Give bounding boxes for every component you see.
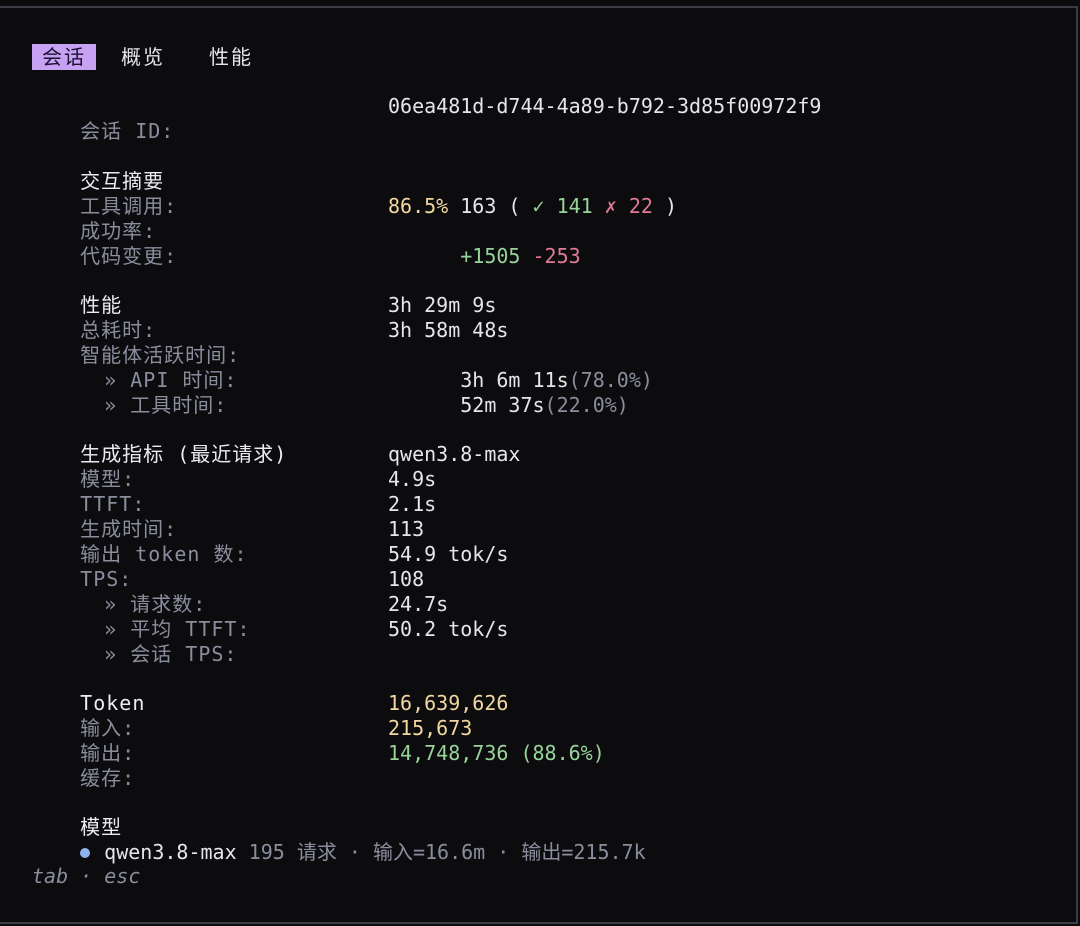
interaction-section-title: 交互摘要 [32, 144, 164, 193]
tab-bar: 会话 概览 性能 [32, 44, 287, 70]
code-changes-label: 代码变更: [80, 244, 178, 268]
footer-hint: tab · esc [32, 864, 141, 888]
input-tokens-row: 输入: 16,639,626 [32, 691, 508, 740]
lines-added: +1505 [460, 244, 521, 268]
tool-calls-success: ✓ 141 [532, 194, 593, 218]
input-tokens-value: 16,639,626 [388, 691, 509, 715]
cache-tokens-row: 缓存: 14,748,736 (88.6%) [32, 741, 605, 790]
tool-calls-total: 163 [460, 194, 497, 218]
session-id-row: 会话 ID: 06ea481d-d744-4a89-b792-3d85f0097… [32, 94, 821, 143]
cache-tokens-value: 14,748,736 (88.6%) [388, 741, 605, 765]
gen-time-row: 生成时间: 2.1s [32, 492, 436, 541]
tps-value: 54.9 tok/s [388, 542, 509, 566]
success-rate-value: 86.5% [388, 194, 449, 218]
avg-ttft-row: » 平均 TTFT: 24.7s [32, 592, 448, 641]
session-id-value: 06ea481d-d744-4a89-b792-3d85f00972f9 [388, 94, 822, 118]
output-tokens-total-value: 215,673 [388, 716, 473, 740]
generation-section-title: 生成指标 (最近请求) [32, 417, 287, 466]
tool-time-label: » 工具时间: [104, 393, 228, 417]
tool-calls-fail: ✗ 22 [604, 194, 653, 218]
model-value: qwen3.8-max [388, 442, 521, 466]
model-list-detail: 195 请求 · 输入=16.6m · 输出=215.7k [248, 840, 646, 864]
tool-time-row: » 工具时间: 52m 37s(22.0%) [32, 368, 629, 417]
total-time-row: 总耗时: 3h 29m 9s [32, 293, 496, 342]
session-tps-label: » 会话 TPS: [104, 642, 238, 666]
tab-overview[interactable]: 概览 [111, 44, 175, 70]
ttft-row: TTFT: 4.9s [32, 467, 436, 516]
total-time-value: 3h 29m 9s [388, 293, 497, 317]
output-tokens-row: 输出 token 数: 113 [32, 517, 424, 566]
tps-row: TPS: 54.9 tok/s [32, 542, 508, 591]
code-changes-row: 代码变更: +1505 -253 [32, 219, 581, 268]
session-tps-value: 50.2 tok/s [388, 617, 509, 641]
tool-calls-row: 工具调用: 163 ( ✓ 141 ✗ 22 ) [32, 169, 677, 218]
gen-time-value: 2.1s [388, 492, 437, 516]
model-list-name: qwen3.8-max [104, 840, 237, 864]
ttft-value: 4.9s [388, 467, 437, 491]
session-id-label: 会话 ID: [80, 119, 175, 143]
performance-section-title: 性能 [32, 268, 122, 317]
tab-performance[interactable]: 性能 [199, 44, 263, 70]
models-section-title: 模型 [32, 790, 122, 839]
agent-active-value: 3h 58m 48s [388, 318, 509, 342]
requests-value: 108 [388, 567, 425, 591]
tool-time-percent: (22.0%) [544, 393, 629, 417]
requests-row: » 请求数: 108 [32, 567, 424, 616]
tab-session[interactable]: 会话 [32, 44, 96, 70]
agent-active-row: 智能体活跃时间: 3h 58m 48s [32, 318, 508, 367]
avg-ttft-value: 24.7s [388, 592, 449, 616]
output-tokens-total-row: 输出: 215,673 [32, 716, 472, 765]
model-row: 模型: qwen3.8-max [32, 442, 520, 491]
lines-removed: -253 [532, 244, 581, 268]
stats-screen: 会话 概览 性能 会话 ID: 06ea481d-d744-4a89-b792-… [0, 0, 1080, 926]
output-tokens-value: 113 [388, 517, 425, 541]
model-bullet-icon [80, 848, 91, 858]
tool-calls-open-paren: ( [508, 194, 521, 218]
api-time-row: » API 时间: 3h 6m 11s(78.0%) [32, 343, 653, 392]
tokens-section-title: Token [32, 666, 145, 715]
success-rate-row: 成功率: 86.5% [32, 194, 448, 243]
session-tps-row: » 会话 TPS: 50.2 tok/s [32, 617, 508, 666]
cache-tokens-label: 缓存: [80, 766, 136, 790]
model-list-item: qwen3.8-max 195 请求 · 输入=16.6m · 输出=215.7… [32, 815, 646, 864]
tool-calls-close-paren: ) [665, 194, 678, 218]
tool-time-value: 52m 37s [460, 393, 545, 417]
